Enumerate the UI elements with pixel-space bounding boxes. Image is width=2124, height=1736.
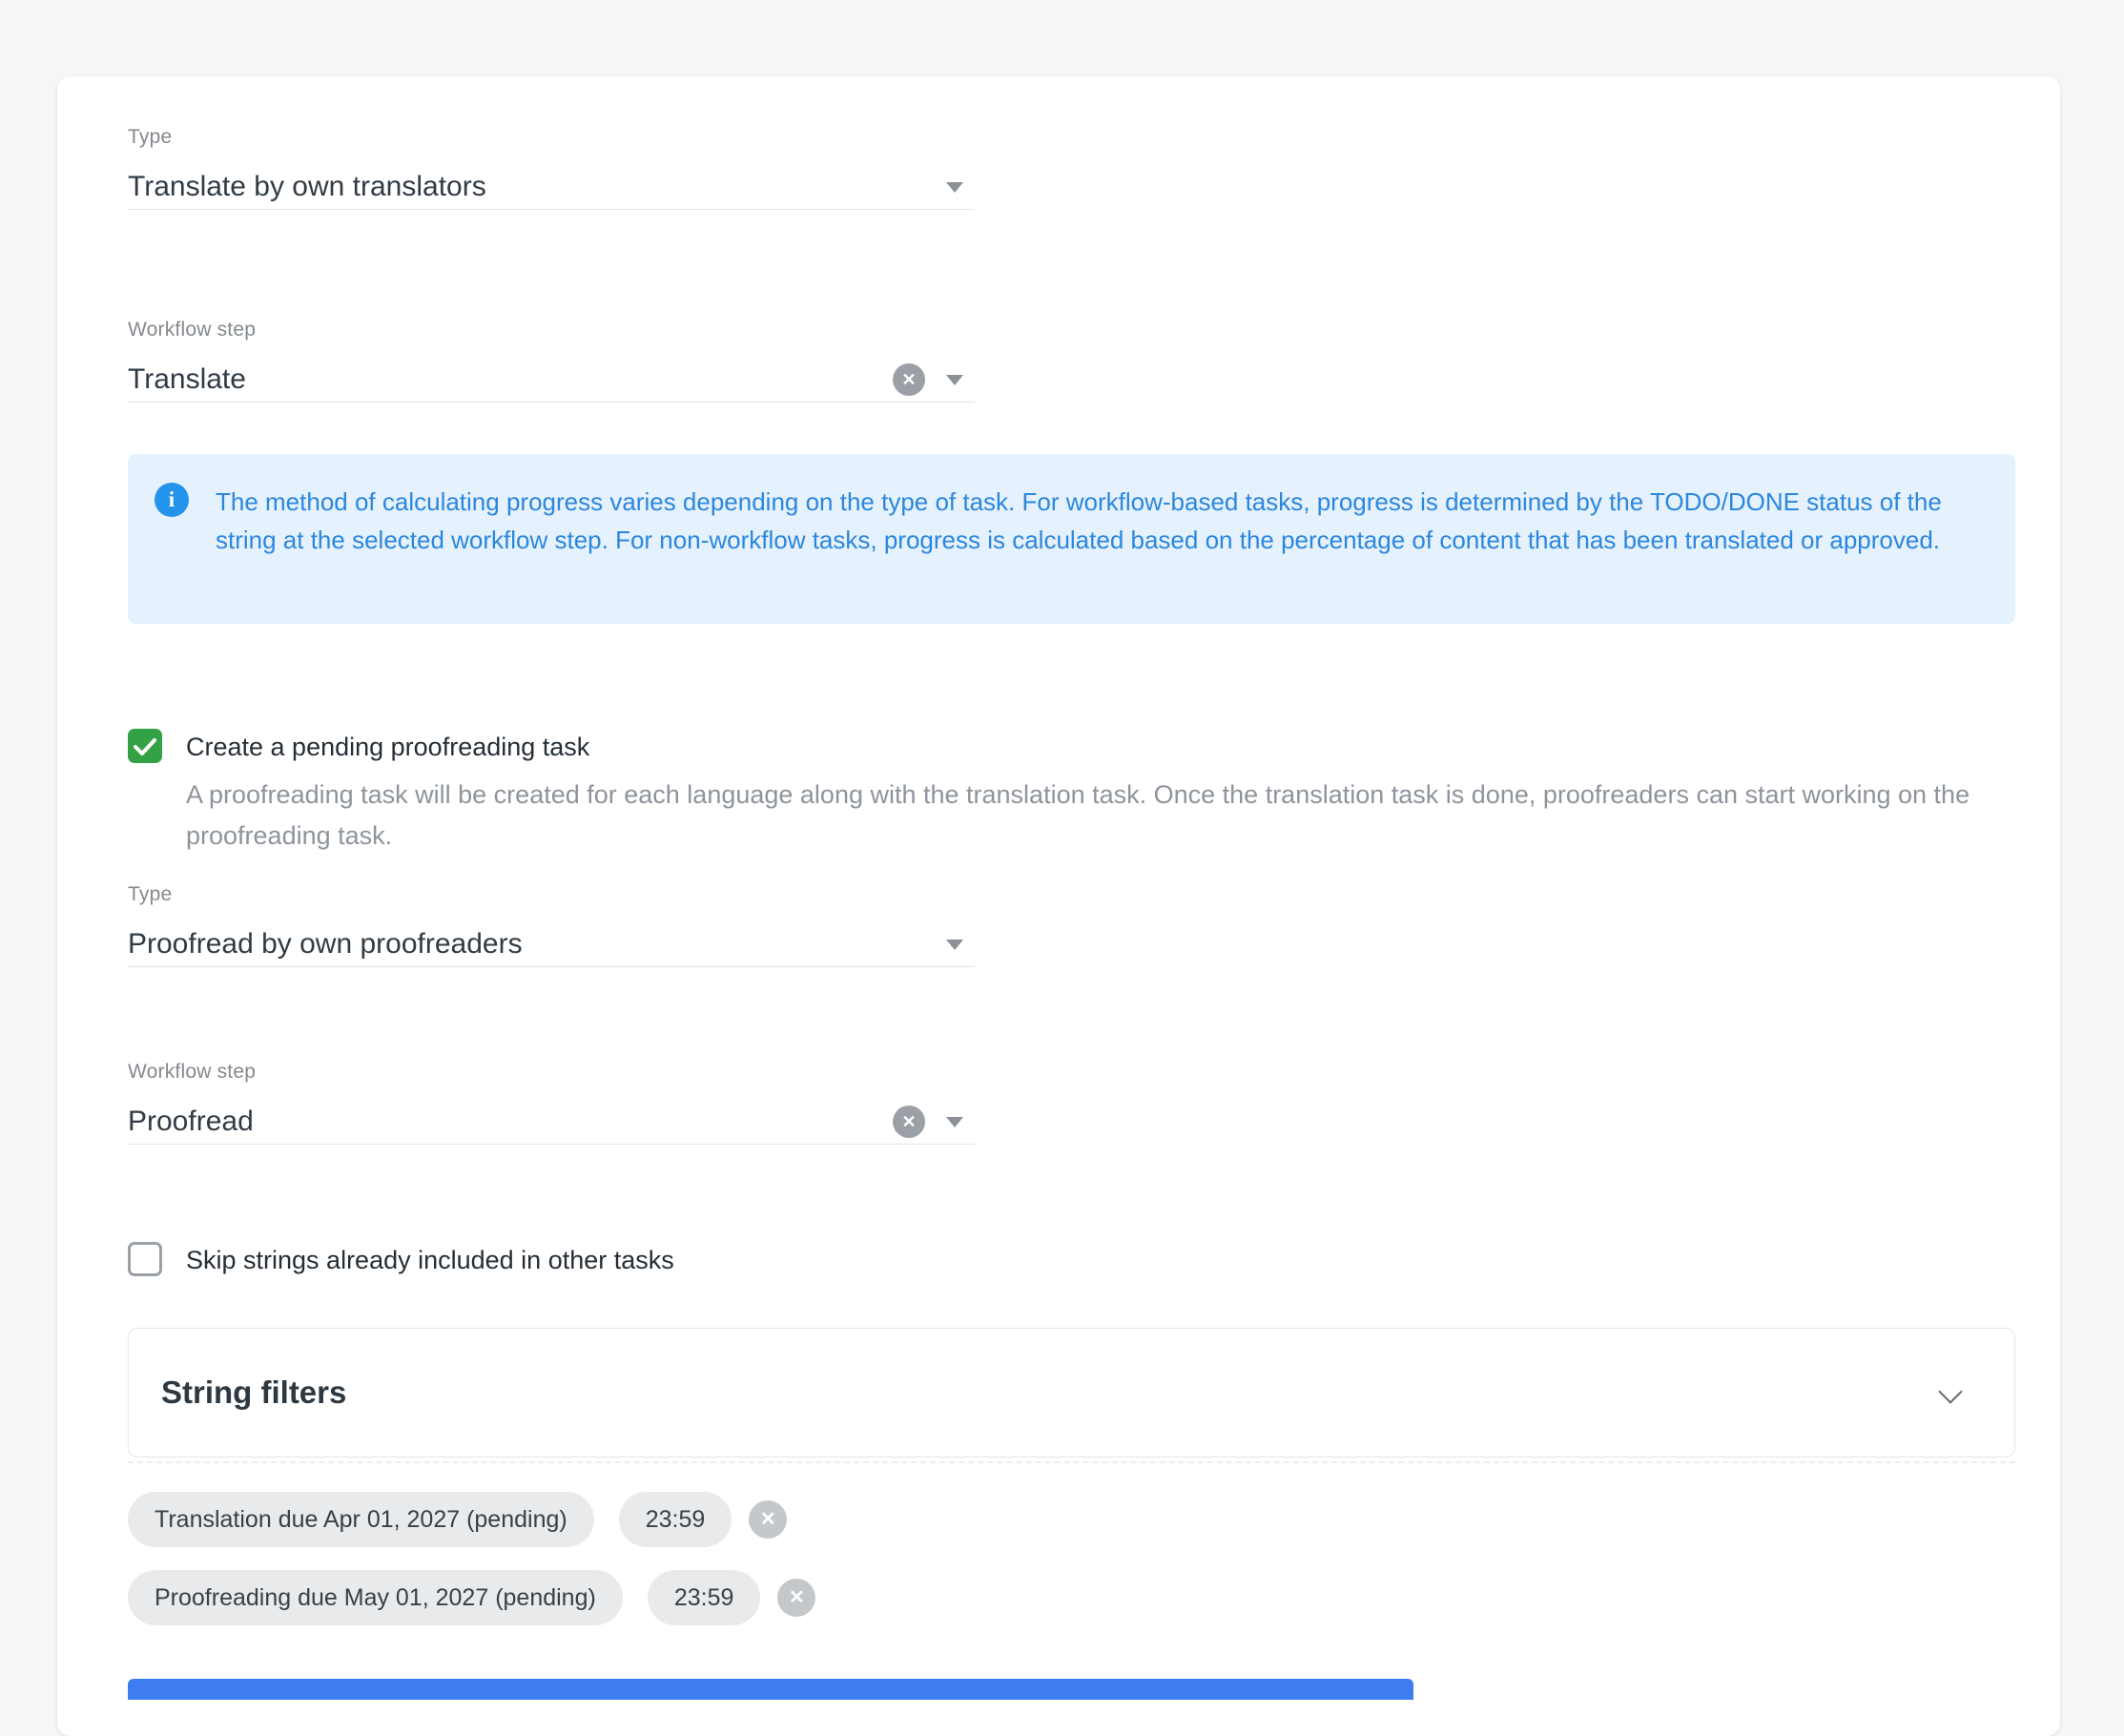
translation-type-label: Type xyxy=(128,126,975,149)
proofreading-workflow-select[interactable]: Proofread ✕ xyxy=(128,1099,975,1145)
proofreading-due-chip[interactable]: Proofreading due May 01, 2027 (pending) xyxy=(128,1570,623,1625)
caret-down-icon[interactable] xyxy=(946,1117,963,1127)
skip-strings-checkbox[interactable] xyxy=(128,1242,162,1276)
skip-strings-checkbox-label: Skip strings already included in other t… xyxy=(186,1242,674,1278)
proofreading-type-label: Type xyxy=(128,883,975,906)
caret-down-icon[interactable] xyxy=(946,375,963,385)
proofreading-due-chip-row: Proofreading due May 01, 2027 (pending) … xyxy=(128,1570,815,1625)
translation-type-select[interactable]: Translate by own translators xyxy=(128,164,975,210)
task-form-card: Type Translate by own translators Workfl… xyxy=(57,76,2060,1736)
caret-down-icon[interactable] xyxy=(946,182,963,193)
proofreading-due-chip-label: Proofreading due May 01, 2027 (pending) xyxy=(155,1584,596,1612)
create-task-button-partial[interactable] xyxy=(128,1679,1413,1700)
proofreading-due-time-chip[interactable]: 23:59 xyxy=(648,1570,761,1625)
proofreading-due-time-label: 23:59 xyxy=(674,1584,734,1612)
proofreading-checkbox[interactable] xyxy=(128,729,162,763)
proofreading-type-value: Proofread by own proofreaders xyxy=(128,928,523,961)
translation-workflow-select[interactable]: Translate ✕ xyxy=(128,357,975,403)
proofreading-type-select[interactable]: Proofread by own proofreaders xyxy=(128,921,975,967)
proofreading-workflow-label: Workflow step xyxy=(128,1061,975,1084)
proofreading-type-field: Type Proofread by own proofreaders xyxy=(128,883,975,967)
translation-due-time-label: 23:59 xyxy=(646,1506,706,1534)
proofreading-checkbox-label: Create a pending proofreading task xyxy=(186,729,589,765)
caret-down-icon[interactable] xyxy=(946,940,963,950)
translation-due-chip-row: Translation due Apr 01, 2027 (pending) 2… xyxy=(128,1492,787,1547)
chevron-down-icon[interactable] xyxy=(1940,1381,1963,1404)
skip-strings-checkbox-row[interactable]: Skip strings already included in other t… xyxy=(128,1242,674,1278)
string-filters-title: String filters xyxy=(161,1374,346,1411)
progress-info-alert: i The method of calculating progress var… xyxy=(128,454,2015,624)
proofreading-workflow-value: Proofread xyxy=(128,1106,254,1138)
translation-due-chip[interactable]: Translation due Apr 01, 2027 (pending) xyxy=(128,1492,594,1547)
proofreading-description: A proofreading task will be created for … xyxy=(186,775,1998,857)
translation-due-time-chip[interactable]: 23:59 xyxy=(619,1492,732,1547)
progress-info-text: The method of calculating progress varie… xyxy=(216,483,1980,559)
translation-workflow-value: Translate xyxy=(128,363,246,396)
divider xyxy=(128,1461,2015,1463)
clear-x-icon[interactable]: ✕ xyxy=(893,1106,925,1138)
clear-x-icon[interactable]: ✕ xyxy=(893,363,925,396)
remove-x-icon[interactable]: ✕ xyxy=(777,1579,815,1617)
translation-type-value: Translate by own translators xyxy=(128,171,486,203)
proofreading-checkbox-row[interactable]: Create a pending proofreading task xyxy=(128,729,589,765)
info-icon: i xyxy=(155,483,189,517)
string-filters-panel[interactable]: String filters xyxy=(128,1328,2015,1457)
check-icon xyxy=(132,734,158,760)
proofreading-workflow-field: Workflow step Proofread ✕ xyxy=(128,1061,975,1145)
translation-type-field: Type Translate by own translators xyxy=(128,126,975,210)
translation-workflow-label: Workflow step xyxy=(128,319,975,341)
translation-due-chip-label: Translation due Apr 01, 2027 (pending) xyxy=(155,1506,567,1534)
remove-x-icon[interactable]: ✕ xyxy=(749,1500,787,1539)
translation-workflow-field: Workflow step Translate ✕ xyxy=(128,319,975,403)
